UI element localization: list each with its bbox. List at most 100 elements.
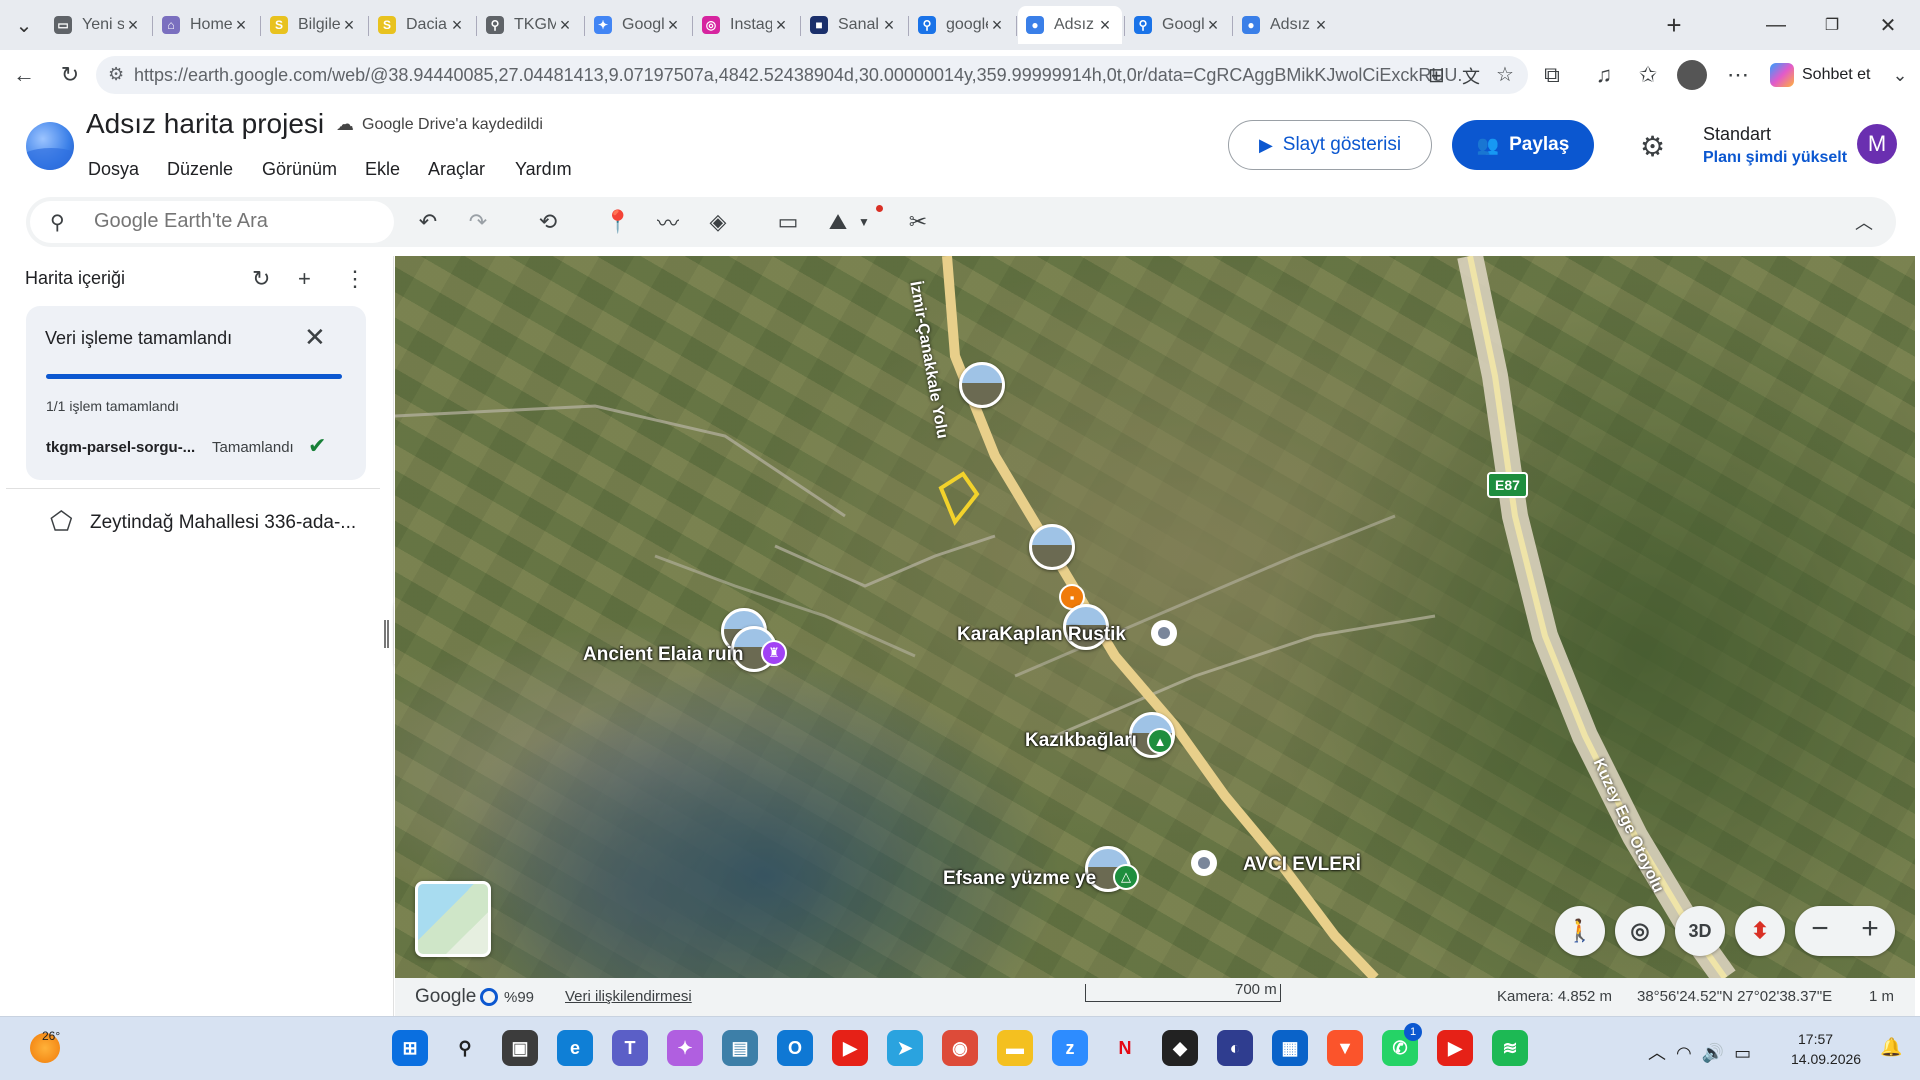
system-tray[interactable]: ︿◠🔊▭ xyxy=(1648,1039,1761,1065)
search-box[interactable]: ⚲ xyxy=(30,201,394,243)
account-avatar[interactable]: M xyxy=(1857,124,1897,164)
volume-icon[interactable]: 🔊 xyxy=(1702,1043,1734,1063)
location-pin-icon[interactable] xyxy=(1151,620,1177,646)
taskbar-taskview-icon[interactable]: ▣ xyxy=(502,1030,538,1066)
search-input[interactable] xyxy=(92,209,382,234)
toggle-3d-button[interactable]: 3D xyxy=(1675,906,1725,956)
browser-tab[interactable]: ⚲ TKGM | P× xyxy=(478,6,582,44)
taskbar-copilot-icon[interactable]: ✦ xyxy=(667,1030,703,1066)
menu-tools[interactable]: Araçlar xyxy=(428,159,485,180)
tab-close-icon[interactable]: × xyxy=(1096,15,1114,36)
settings-gear-icon[interactable]: ⚙ xyxy=(1640,130,1665,163)
zoom-in-button[interactable]: + xyxy=(1845,912,1895,946)
draw-path-icon[interactable]: 〰 xyxy=(652,206,684,238)
taskbar-youtube2-icon[interactable]: ▶ xyxy=(1437,1030,1473,1066)
url-text[interactable]: https://earth.google.com/web/@38.9444008… xyxy=(134,65,1464,86)
taskbar-explorer-icon[interactable]: ▬ xyxy=(997,1030,1033,1066)
zoom-out-button[interactable]: − xyxy=(1795,912,1845,946)
tab-close-icon[interactable]: × xyxy=(556,15,574,36)
app-install-icon[interactable]: ⊞ xyxy=(1428,63,1445,88)
undo-icon[interactable]: ↶ xyxy=(412,206,444,238)
tab-search-icon[interactable]: ⌄ xyxy=(4,8,44,42)
google-earth-logo[interactable] xyxy=(26,122,74,170)
translate-icon[interactable]: 文 xyxy=(1462,63,1480,89)
tab-close-icon[interactable]: × xyxy=(988,15,1006,36)
more-vert-icon[interactable]: ⋮ xyxy=(344,266,366,292)
browser-tab[interactable]: ✦ Google G× xyxy=(586,6,690,44)
taskbar-spotify-icon[interactable]: ≋ xyxy=(1492,1030,1528,1066)
browser-tab[interactable]: ⚲ Google E× xyxy=(1126,6,1230,44)
copilot-chat-button[interactable]: Sohbet et xyxy=(1770,58,1871,92)
taskbar-nordvpn-icon[interactable]: ◐ xyxy=(1217,1030,1253,1066)
browser-tab[interactable]: ◎ Instagram× xyxy=(694,6,798,44)
menu-edit[interactable]: Düzenle xyxy=(167,159,233,180)
refresh-icon[interactable]: ↻ xyxy=(252,266,270,292)
landmark-pin-icon[interactable]: ♜ xyxy=(761,640,787,666)
taskbar-edge-icon[interactable]: e xyxy=(557,1030,593,1066)
notification-bell-icon[interactable]: 🔔 xyxy=(1880,1037,1902,1058)
bookmark-star-icon[interactable]: ☆ xyxy=(1496,62,1514,87)
back-icon[interactable]: ← xyxy=(8,59,40,91)
share-button[interactable]: 👥 Paylaş xyxy=(1452,120,1594,170)
location-pin-icon[interactable] xyxy=(1191,850,1217,876)
favorites-icon[interactable]: ✩ xyxy=(1632,59,1664,91)
clock-date[interactable]: 14.09.2026 xyxy=(1791,1051,1861,1067)
add-icon[interactable]: + xyxy=(298,266,311,292)
measure-ruler-icon[interactable]: ▭ xyxy=(772,206,804,238)
tools-icon[interactable]: ✂ xyxy=(902,206,934,238)
tab-close-icon[interactable]: × xyxy=(232,15,250,36)
taskbar-antivirus-icon[interactable]: ◆ xyxy=(1162,1030,1198,1066)
map-style-dropdown-icon[interactable]: ▼ xyxy=(848,206,880,238)
upgrade-plan-link[interactable]: Planı şimdi yükselt xyxy=(1703,149,1847,167)
menu-help[interactable]: Yardım xyxy=(515,159,572,180)
map-view[interactable]: İzmir-Çanakkale Yolu Kuzey Ege Otoyolu E… xyxy=(395,256,1915,978)
history-icon[interactable]: ⟲ xyxy=(532,206,564,238)
clock-time[interactable]: 17:57 xyxy=(1798,1031,1833,1047)
compass-icon[interactable]: ⬍ xyxy=(1735,906,1785,956)
menu-insert[interactable]: Ekle xyxy=(365,159,400,180)
place-label[interactable]: Ancient Elaia ruin xyxy=(583,644,743,666)
chevron-up-icon[interactable]: ︿ xyxy=(1648,1043,1676,1063)
restore-icon[interactable]: ❐ xyxy=(1812,8,1852,42)
close-icon[interactable]: ✕ xyxy=(304,322,326,353)
tab-close-icon[interactable]: × xyxy=(448,15,466,36)
photo-pin[interactable] xyxy=(959,362,1005,408)
reload-icon[interactable]: ↻ xyxy=(54,59,86,91)
collapse-toolbar-icon[interactable]: ︿ xyxy=(1848,206,1880,238)
tab-close-icon[interactable]: × xyxy=(340,15,358,36)
tab-close-icon[interactable]: × xyxy=(1204,15,1222,36)
tab-close-icon[interactable]: × xyxy=(1312,15,1330,36)
browser-tab[interactable]: ⚲ google e× xyxy=(910,6,1014,44)
place-label[interactable]: Kazıkbağları xyxy=(1025,730,1137,752)
taskbar-netflix-icon[interactable]: N xyxy=(1107,1030,1143,1066)
place-label[interactable]: Efsane yüzme ye xyxy=(943,868,1096,890)
new-tab-button[interactable]: + xyxy=(1654,8,1694,42)
browser-tab[interactable]: ● Adsız har× xyxy=(1018,6,1122,44)
photo-pin[interactable] xyxy=(1029,524,1075,570)
browser-tab[interactable]: ● Adsız har× xyxy=(1234,6,1338,44)
tab-close-icon[interactable]: × xyxy=(664,15,682,36)
browser-tab[interactable]: ▭ Yeni sekme× xyxy=(46,6,150,44)
my-location-icon[interactable]: ◎ xyxy=(1615,906,1665,956)
project-title[interactable]: Adsız harita projesi xyxy=(86,108,324,140)
tab-close-icon[interactable]: × xyxy=(880,15,898,36)
media-icon[interactable]: ♫ xyxy=(1588,59,1620,91)
tab-close-icon[interactable]: × xyxy=(772,15,790,36)
taskbar-outlook-icon[interactable]: O xyxy=(777,1030,813,1066)
taskbar-zoom-icon[interactable]: z xyxy=(1052,1030,1088,1066)
profile-avatar[interactable] xyxy=(1676,59,1708,91)
more-menu-icon[interactable]: ⋯ xyxy=(1722,59,1754,91)
site-info-icon[interactable]: ⚙ xyxy=(108,64,124,85)
add-placemark-icon[interactable]: 📍 xyxy=(602,206,634,238)
place-label[interactable]: KaraKaplan Rustik xyxy=(957,624,1126,646)
place-label[interactable]: AVCI EVLERİ xyxy=(1243,854,1361,876)
taskbar-youtube-icon[interactable]: ▶ xyxy=(832,1030,868,1066)
minimap-thumbnail[interactable] xyxy=(415,881,491,957)
minimize-icon[interactable]: — xyxy=(1756,8,1796,42)
data-attribution-link[interactable]: Veri ilişkilendirmesi xyxy=(565,988,692,1005)
taskbar-teams-icon[interactable]: T xyxy=(612,1030,648,1066)
browser-tab[interactable]: S Bilgilendirme× xyxy=(262,6,366,44)
layer-item-label[interactable]: Zeytindağ Mahallesi 336-ada-... xyxy=(90,512,356,534)
battery-icon[interactable]: ▭ xyxy=(1734,1043,1761,1063)
browser-tab[interactable]: ⌂ Home Page× xyxy=(154,6,258,44)
